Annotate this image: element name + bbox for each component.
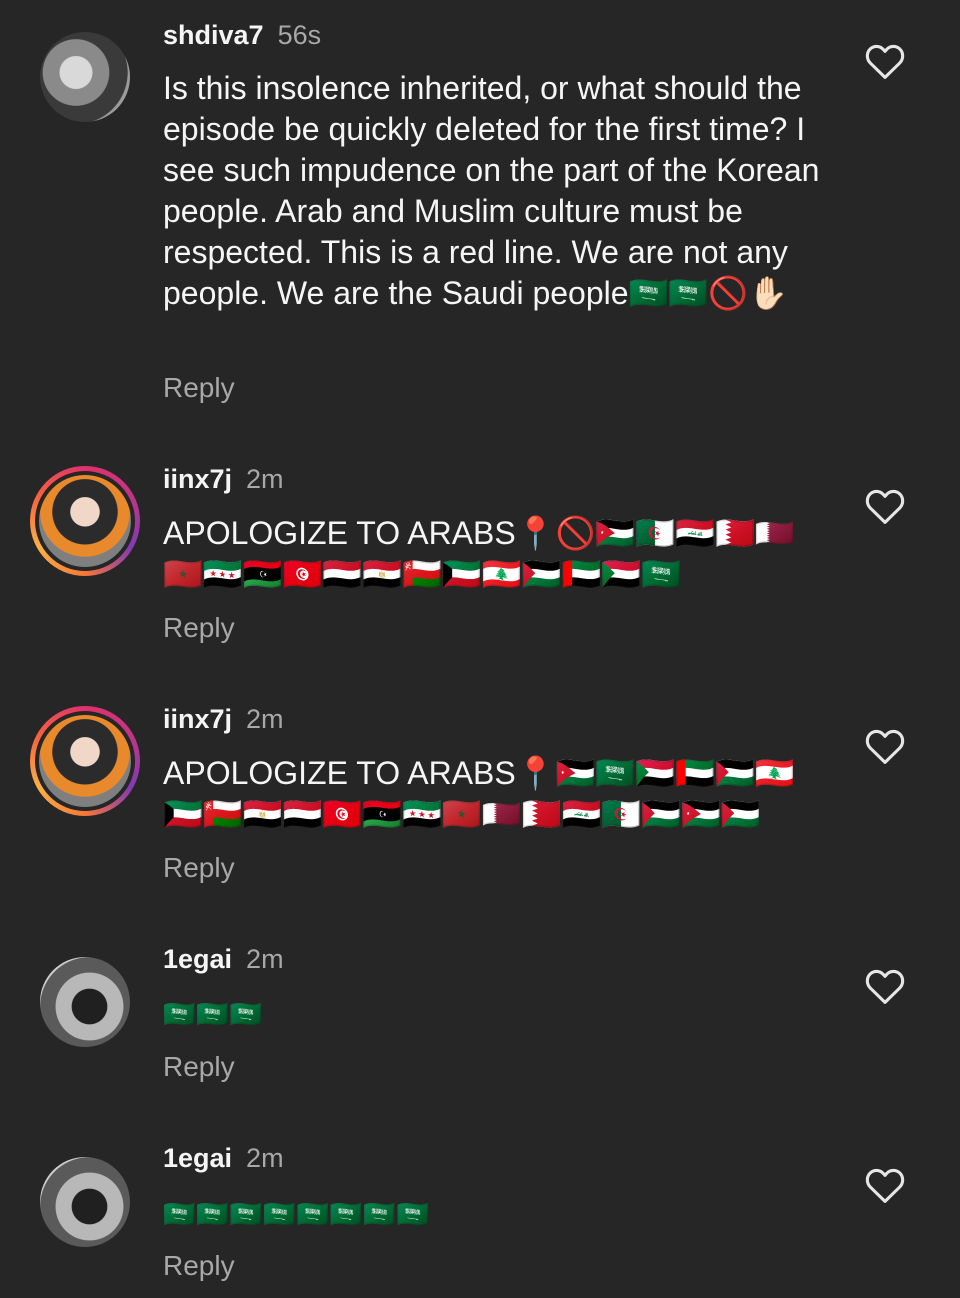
avatar[interactable] bbox=[40, 1157, 130, 1247]
heart-icon[interactable] bbox=[864, 42, 906, 80]
reply-button[interactable]: Reply bbox=[163, 1051, 235, 1083]
comment-username[interactable]: iinx7j 2m bbox=[163, 464, 284, 495]
reply-button[interactable]: Reply bbox=[163, 852, 235, 884]
username-text[interactable]: 1egai bbox=[163, 1143, 232, 1173]
avatar[interactable] bbox=[30, 706, 140, 816]
comment-text: 🇸🇦🇸🇦🇸🇦 bbox=[163, 999, 264, 1029]
reply-button[interactable]: Reply bbox=[163, 372, 235, 404]
comment-text: APOLOGIZE TO ARABS📍🚫🇯🇴🇩🇿🇮🇶🇧🇭🇶🇦🇲🇦🇸🇾🇱🇾🇹🇳🇾🇪… bbox=[163, 515, 795, 592]
heart-icon[interactable] bbox=[864, 487, 906, 525]
comment-time: 2m bbox=[246, 704, 284, 734]
heart-icon[interactable] bbox=[864, 967, 906, 1005]
avatar[interactable] bbox=[40, 32, 130, 122]
comment-username[interactable]: shdiva7 56s bbox=[163, 20, 321, 51]
comment-text: Is this insolence inherited, or what sho… bbox=[163, 70, 820, 311]
username-text[interactable]: 1egai bbox=[163, 944, 232, 974]
comment-time: 2m bbox=[246, 464, 284, 494]
username-text[interactable]: iinx7j bbox=[163, 464, 232, 494]
comment-time: 2m bbox=[246, 1143, 284, 1173]
comment-time: 2m bbox=[246, 944, 284, 974]
username-text[interactable]: shdiva7 bbox=[163, 20, 264, 50]
comment-text: 🇸🇦🇸🇦🇸🇦🇸🇦🇸🇦🇸🇦🇸🇦🇸🇦 bbox=[163, 1199, 430, 1229]
comment-text: APOLOGIZE TO ARABS📍🇯🇴🇸🇦🇸🇩🇦🇪🇵🇸🇱🇧🇰🇼🇴🇲🇪🇬🇾🇪🇹… bbox=[163, 755, 795, 832]
comment-username[interactable]: 1egai 2m bbox=[163, 944, 284, 975]
heart-icon[interactable] bbox=[864, 727, 906, 765]
comment-username[interactable]: iinx7j 2m bbox=[163, 704, 284, 735]
avatar-photo bbox=[39, 715, 131, 807]
avatar-photo bbox=[39, 475, 131, 567]
heart-icon[interactable] bbox=[864, 1166, 906, 1204]
comment-username[interactable]: 1egai 2m bbox=[163, 1143, 284, 1174]
avatar[interactable] bbox=[30, 466, 140, 576]
reply-button[interactable]: Reply bbox=[163, 612, 235, 644]
username-text[interactable]: iinx7j bbox=[163, 704, 232, 734]
reply-button[interactable]: Reply bbox=[163, 1250, 235, 1282]
comment-time: 56s bbox=[277, 20, 322, 50]
avatar[interactable] bbox=[40, 957, 130, 1047]
